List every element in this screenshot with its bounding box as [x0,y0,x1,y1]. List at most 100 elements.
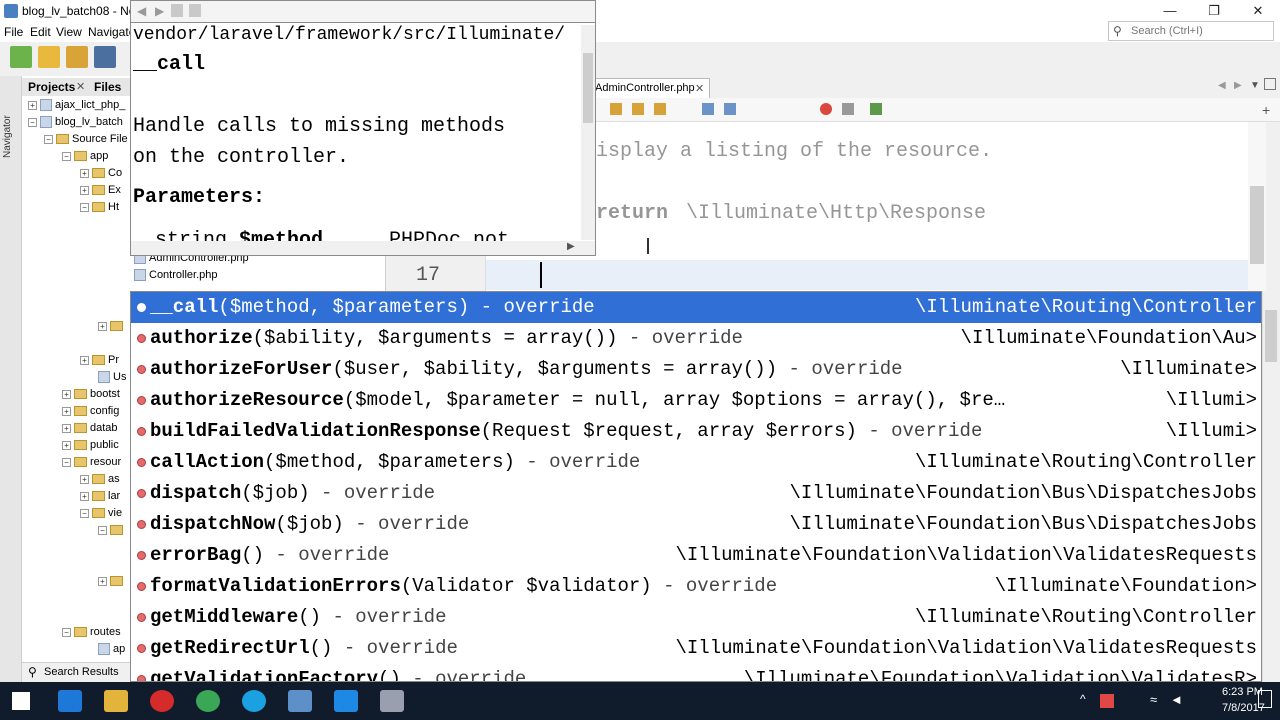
tree-node[interactable]: + lar [80,488,120,505]
forward-arrow-icon[interactable]: ▶ [155,4,164,18]
completion-signature: callAction($method, $parameters) - overr… [150,447,640,478]
file-node[interactable]: Us [98,369,126,386]
tab-files[interactable]: Files [94,80,121,94]
menu-navigate[interactable]: Navigate [88,25,135,39]
tree-node[interactable]: − [98,522,126,539]
completion-item[interactable]: errorBag() - override \Illuminate\Foundat… [131,540,1261,571]
wifi-icon[interactable]: ≈ [1150,692,1157,707]
doc-horizontal-scrollbar[interactable] [131,241,595,255]
tree-node[interactable]: − Source File [44,131,128,148]
completion-item[interactable]: formatValidationErrors(Validator $valida… [131,571,1261,602]
scroll-tabs-right-icon[interactable]: ▶ [1234,80,1242,91]
tree-node[interactable]: − Ht [80,199,119,216]
find-selection-icon[interactable] [654,103,666,115]
tab-projects[interactable]: Projects [28,80,75,94]
tab-list-icon[interactable]: ▼ [1250,80,1260,91]
quick-search-box[interactable]: ⚲ [1108,21,1274,41]
tree-node[interactable]: + ajax_lict_php_ [28,97,125,114]
close-window-button[interactable]: ✕ [1236,0,1280,22]
completion-item[interactable]: dispatchNow($job) - override \Illuminate\… [131,509,1261,540]
comment-icon[interactable] [870,103,882,115]
file-node[interactable]: Controller.php [134,267,218,284]
tree-node[interactable]: + [98,573,126,590]
open-project-icon[interactable] [66,46,88,68]
doc-scroll-thumb[interactable] [583,53,593,123]
back-arrow-icon[interactable]: ◀ [137,4,146,18]
volume-icon[interactable]: ◄ [1170,692,1183,707]
tray-chevron-icon[interactable]: ^ [1080,692,1086,706]
clock-time[interactable]: 6:23 PM [1222,686,1263,698]
tree-node[interactable]: − blog_lv_batch [28,114,123,131]
file-explorer-icon[interactable] [104,690,128,712]
completion-item[interactable]: getValidationFactory() - override \Illumi… [131,664,1261,682]
skype-icon[interactable] [242,690,266,712]
menu-view[interactable]: View [56,25,82,39]
completion-item[interactable]: __call($method, $parameters) - override \… [131,292,1261,323]
netbeans-taskbar-icon[interactable] [288,690,312,712]
minimize-button[interactable]: — [1148,0,1192,22]
record-macro-icon[interactable] [820,103,832,115]
file-node[interactable]: ap [98,641,125,658]
settings-icon[interactable] [334,690,358,712]
completion-item[interactable]: buildFailedValidationResponse(Request $r… [131,416,1261,447]
open-source-icon[interactable] [189,4,201,17]
media-app-icon[interactable] [380,690,404,712]
menu-file[interactable]: File [4,25,23,39]
tree-node[interactable]: + Ex [80,182,121,199]
maximize-editor-icon[interactable] [1264,78,1276,90]
completion-item[interactable]: authorizeForUser($user, $ability, $argum… [131,354,1261,385]
tree-node[interactable]: + datab [62,420,118,437]
completion-method-name: getValidationFactory [150,668,379,682]
find-next-icon[interactable] [632,103,644,115]
split-editor-icon[interactable]: + [1262,102,1270,118]
tree-node[interactable]: + bootst [62,386,120,403]
tree-node[interactable]: − routes [62,624,121,641]
prev-bookmark-icon[interactable] [702,103,714,115]
new-project-icon[interactable] [38,46,60,68]
doc-description: Handle calls to missing methods [133,115,506,138]
completion-item[interactable]: getRedirectUrl() - override \Illuminate\F… [131,633,1261,664]
completion-signature: getMiddleware() - override [150,602,446,633]
open-in-browser-icon[interactable] [171,4,183,17]
tree-node[interactable]: − resour [62,454,121,471]
tree-node[interactable]: + Co [80,165,122,182]
menu-edit[interactable]: Edit [30,25,51,39]
scroll-right-icon[interactable]: ▶ [567,241,575,252]
completion-item[interactable]: authorize($ability, $arguments = array()… [131,323,1261,354]
chrome-icon[interactable] [196,690,220,712]
next-bookmark-icon[interactable] [724,103,736,115]
find-previous-icon[interactable] [610,103,622,115]
tree-node[interactable]: + [98,318,126,335]
notifications-icon[interactable] [1258,690,1272,708]
tree-node[interactable]: + Pr [80,352,119,369]
windows-start-icon[interactable] [12,692,30,710]
completion-args: ($job) [241,482,310,504]
tree-node[interactable]: − vie [80,505,122,522]
edge-browser-icon[interactable] [58,690,82,712]
tree-node[interactable]: − app [62,148,108,165]
tree-node[interactable]: + config [62,403,119,420]
completion-class-name: \Illumi> [1157,385,1257,416]
completion-item[interactable]: getMiddleware() - override \Illuminate\Ro… [131,602,1261,633]
restore-button[interactable]: ❐ [1192,0,1236,22]
navigator-tab[interactable]: Navigator [2,98,20,158]
doc-popup-toolbar: ◀ ▶ [130,0,596,22]
editor-tab-admincontroller[interactable]: AdminController.php ✕ [590,78,710,98]
completion-scroll-thumb[interactable] [1265,310,1277,362]
completion-item[interactable]: callAction($method, $parameters) - overr… [131,447,1261,478]
completion-item[interactable]: authorizeResource($model, $parameter = n… [131,385,1261,416]
scroll-tabs-left-icon[interactable]: ◀ [1218,80,1226,91]
tray-app-icon[interactable] [1100,694,1114,708]
tree-node[interactable]: + public [62,437,119,454]
completion-method-name: getMiddleware [150,606,299,628]
close-tab-icon[interactable]: ✕ [76,80,85,93]
search-input[interactable] [1131,23,1271,39]
save-all-icon[interactable] [94,46,116,68]
close-tab-icon[interactable]: ✕ [695,82,704,95]
tree-node[interactable]: + as [80,471,120,488]
stop-macro-icon[interactable] [842,103,854,115]
opera-icon[interactable] [150,690,174,712]
completion-item[interactable]: dispatch($job) - override \Illuminate\Fou… [131,478,1261,509]
new-file-icon[interactable] [10,46,32,68]
editor-scroll-thumb[interactable] [1250,186,1264,264]
